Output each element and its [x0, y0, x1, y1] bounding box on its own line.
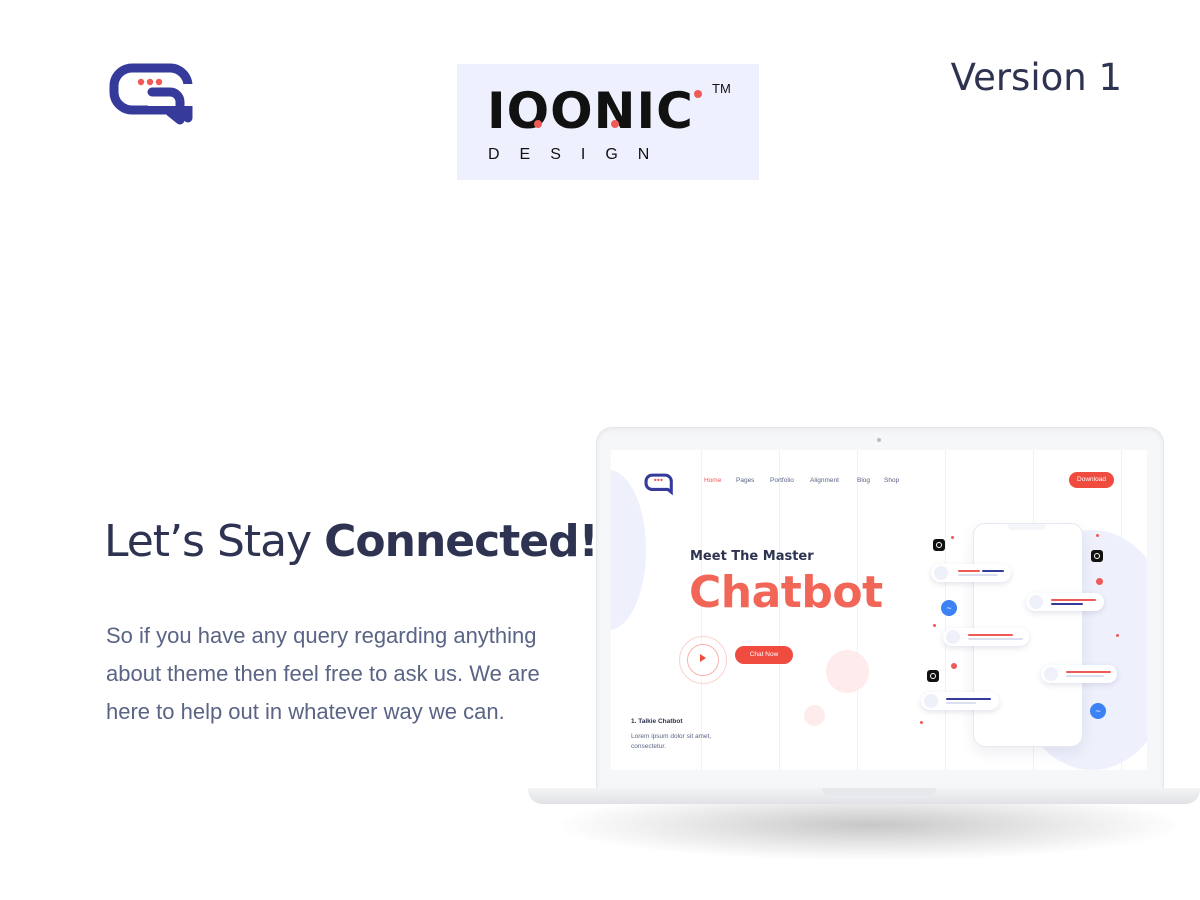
wordmark-dot: [694, 90, 702, 98]
body-copy: So if you have any query regarding anyth…: [106, 623, 540, 724]
instagram-icon: [933, 539, 945, 551]
nav-home[interactable]: Home: [704, 477, 721, 484]
version-label: Version 1: [950, 56, 1122, 99]
decor-dot: [1116, 634, 1119, 637]
phone-notch: [1008, 524, 1046, 530]
decor-dot: [951, 536, 954, 539]
bg-blob: [611, 470, 646, 630]
laptop-screen: Home Pages Portfolio Alignment Blog Shop…: [611, 450, 1147, 770]
messenger-icon: ~: [1090, 703, 1106, 719]
chat-bubble: [931, 564, 1011, 582]
instagram-icon: [1091, 550, 1103, 562]
feature-title: 1. Talkie Chatbot: [631, 718, 683, 725]
laptop-notch: [822, 788, 936, 796]
decor-dot: [951, 663, 957, 669]
play-icon: [700, 654, 706, 662]
nav-alignment[interactable]: Alignment: [810, 477, 839, 484]
hero-title: Chatbot: [689, 567, 883, 618]
camera-icon: [877, 438, 881, 442]
messenger-icon: ~: [941, 600, 957, 616]
decor-dot: [1096, 534, 1099, 537]
chat-now-button[interactable]: Chat Now: [735, 646, 793, 664]
nav-pages[interactable]: Pages: [736, 477, 754, 484]
headline-light: Let’s Stay: [104, 516, 325, 567]
hero-kicker: Meet The Master: [690, 549, 814, 564]
decor-circle: [826, 650, 869, 693]
feature-text: Lorem ipsum dolor sit amet, consectetur.: [631, 733, 712, 750]
chat-bubble: [1026, 593, 1104, 611]
mockup-logo-icon: [644, 473, 673, 496]
chat-bubble: [1041, 665, 1117, 683]
nav-shop[interactable]: Shop: [884, 477, 899, 484]
ioonic-subtitle: DESIGN: [488, 146, 670, 163]
chat-bubble: [921, 692, 999, 710]
wordmark-dot: [534, 120, 542, 128]
decor-dot: [920, 721, 923, 724]
brand-logo-icon: [109, 63, 196, 125]
decor-circle: [804, 705, 825, 726]
wordmark-dot: [611, 120, 619, 128]
ioonic-wordmark: IOONIC: [487, 82, 694, 140]
download-button[interactable]: Download: [1069, 472, 1114, 488]
chat-bubble: [943, 628, 1029, 646]
headline: Let’s Stay Connected!: [104, 516, 599, 567]
decor-dot: [933, 624, 936, 627]
nav-blog[interactable]: Blog: [857, 477, 870, 484]
nav-portfolio[interactable]: Portfolio: [770, 477, 794, 484]
ioonic-design-badge: IOONIC TM DESIGN: [457, 64, 759, 180]
trademark: TM: [712, 81, 731, 96]
headline-bold: Connected!: [324, 516, 599, 567]
instagram-icon: [927, 670, 939, 682]
decor-dot: [1096, 578, 1103, 585]
